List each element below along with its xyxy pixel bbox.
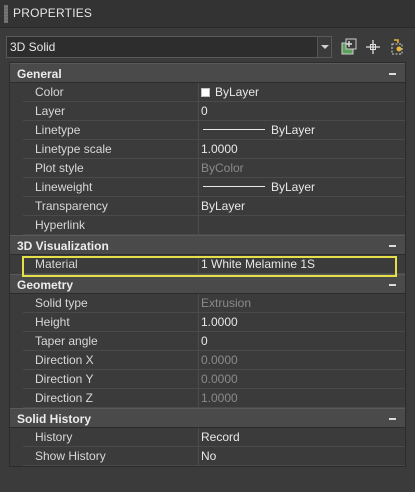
property-row-layer[interactable]: Layer 0 (10, 102, 405, 121)
section-title: Geometry (17, 278, 74, 292)
section-solid-history-header[interactable]: Solid History (10, 408, 405, 428)
property-label: Lineweight (23, 178, 199, 197)
object-type-select[interactable]: 3D Solid (6, 36, 332, 58)
property-row-color[interactable]: Color ByLayer (10, 83, 405, 102)
collapse-icon[interactable] (389, 284, 396, 286)
property-row-transparency[interactable]: Transparency ByLayer (10, 197, 405, 216)
property-label: Direction X (23, 351, 199, 370)
property-label: Material (23, 255, 199, 274)
property-value: 1.0000 (199, 389, 405, 408)
linetype-sample-icon (203, 129, 265, 130)
quick-select-icon[interactable] (388, 38, 406, 56)
property-value[interactable]: 1.0000 (199, 140, 405, 159)
property-row-linetype[interactable]: Linetype ByLayer (10, 121, 405, 140)
property-value[interactable]: ByLayer (199, 121, 405, 140)
property-row-taper-angle[interactable]: Taper angle 0 (10, 332, 405, 351)
property-value[interactable]: 0 (199, 332, 405, 351)
color-swatch-icon (201, 88, 210, 97)
property-value[interactable]: 0 (199, 102, 405, 121)
collapse-icon[interactable] (389, 73, 396, 75)
property-value[interactable]: 1 White Melamine 1S (199, 255, 405, 274)
properties-toolbar: 3D Solid (0, 28, 415, 65)
property-row-history[interactable]: History Record (10, 428, 405, 447)
property-value[interactable]: Record (199, 428, 405, 447)
property-row-linetype-scale[interactable]: Linetype scale 1.0000 (10, 140, 405, 159)
property-label: Height (23, 313, 199, 332)
section-title: 3D Visualization (17, 239, 109, 253)
property-label: Direction Z (23, 389, 199, 408)
property-value: Extrusion (199, 294, 405, 313)
property-value[interactable]: ByLayer (199, 178, 405, 197)
property-label: Show History (23, 447, 199, 466)
collapse-icon[interactable] (389, 245, 396, 247)
section-3d-visualization-header[interactable]: 3D Visualization (10, 235, 405, 255)
palette-titlebar[interactable]: PROPERTIES (0, 0, 415, 28)
property-row-direction-x[interactable]: Direction X 0.0000 (10, 351, 405, 370)
property-row-direction-y[interactable]: Direction Y 0.0000 (10, 370, 405, 389)
property-label: Taper angle (23, 332, 199, 351)
chevron-down-icon[interactable] (317, 37, 331, 57)
palette-title: PROPERTIES (13, 6, 93, 20)
property-value[interactable] (199, 216, 405, 235)
property-row-direction-z[interactable]: Direction Z 1.0000 (10, 389, 405, 408)
property-value[interactable]: No (199, 447, 405, 466)
property-value: 0.0000 (199, 351, 405, 370)
property-label: Linetype (23, 121, 199, 140)
properties-grid: General Color ByLayer Layer 0 Linetype B… (9, 62, 406, 467)
section-geometry-header[interactable]: Geometry (10, 274, 405, 294)
property-label: History (23, 428, 199, 447)
property-label: Direction Y (23, 370, 199, 389)
property-row-material[interactable]: Material 1 White Melamine 1S (10, 255, 405, 274)
property-row-show-history[interactable]: Show History No (10, 447, 405, 466)
lineweight-sample-icon (203, 186, 265, 187)
property-label: Transparency (23, 197, 199, 216)
property-row-hyperlink[interactable]: Hyperlink (10, 216, 405, 235)
grip-icon[interactable] (4, 5, 8, 23)
object-type-value: 3D Solid (10, 40, 56, 54)
property-row-plot-style[interactable]: Plot style ByColor (10, 159, 405, 178)
toggle-pickadd-icon[interactable] (340, 38, 358, 56)
property-value: ByColor (199, 159, 405, 178)
property-value[interactable]: 1.0000 (199, 313, 405, 332)
property-row-height[interactable]: Height 1.0000 (10, 313, 405, 332)
property-label: Solid type (23, 294, 199, 313)
section-general-header[interactable]: General (10, 63, 405, 83)
property-row-solid-type[interactable]: Solid type Extrusion (10, 294, 405, 313)
property-row-lineweight[interactable]: Lineweight ByLayer (10, 178, 405, 197)
property-label: Linetype scale (23, 140, 199, 159)
property-label: Layer (23, 102, 199, 121)
property-label: Plot style (23, 159, 199, 178)
collapse-icon[interactable] (389, 418, 396, 420)
section-title: Solid History (17, 412, 92, 426)
property-label: Hyperlink (23, 216, 199, 235)
section-title: General (17, 67, 62, 81)
property-value[interactable]: ByLayer (199, 197, 405, 216)
property-value[interactable]: ByLayer (199, 83, 405, 102)
select-objects-icon[interactable] (364, 38, 382, 56)
property-label: Color (23, 83, 199, 102)
property-value: 0.0000 (199, 370, 405, 389)
